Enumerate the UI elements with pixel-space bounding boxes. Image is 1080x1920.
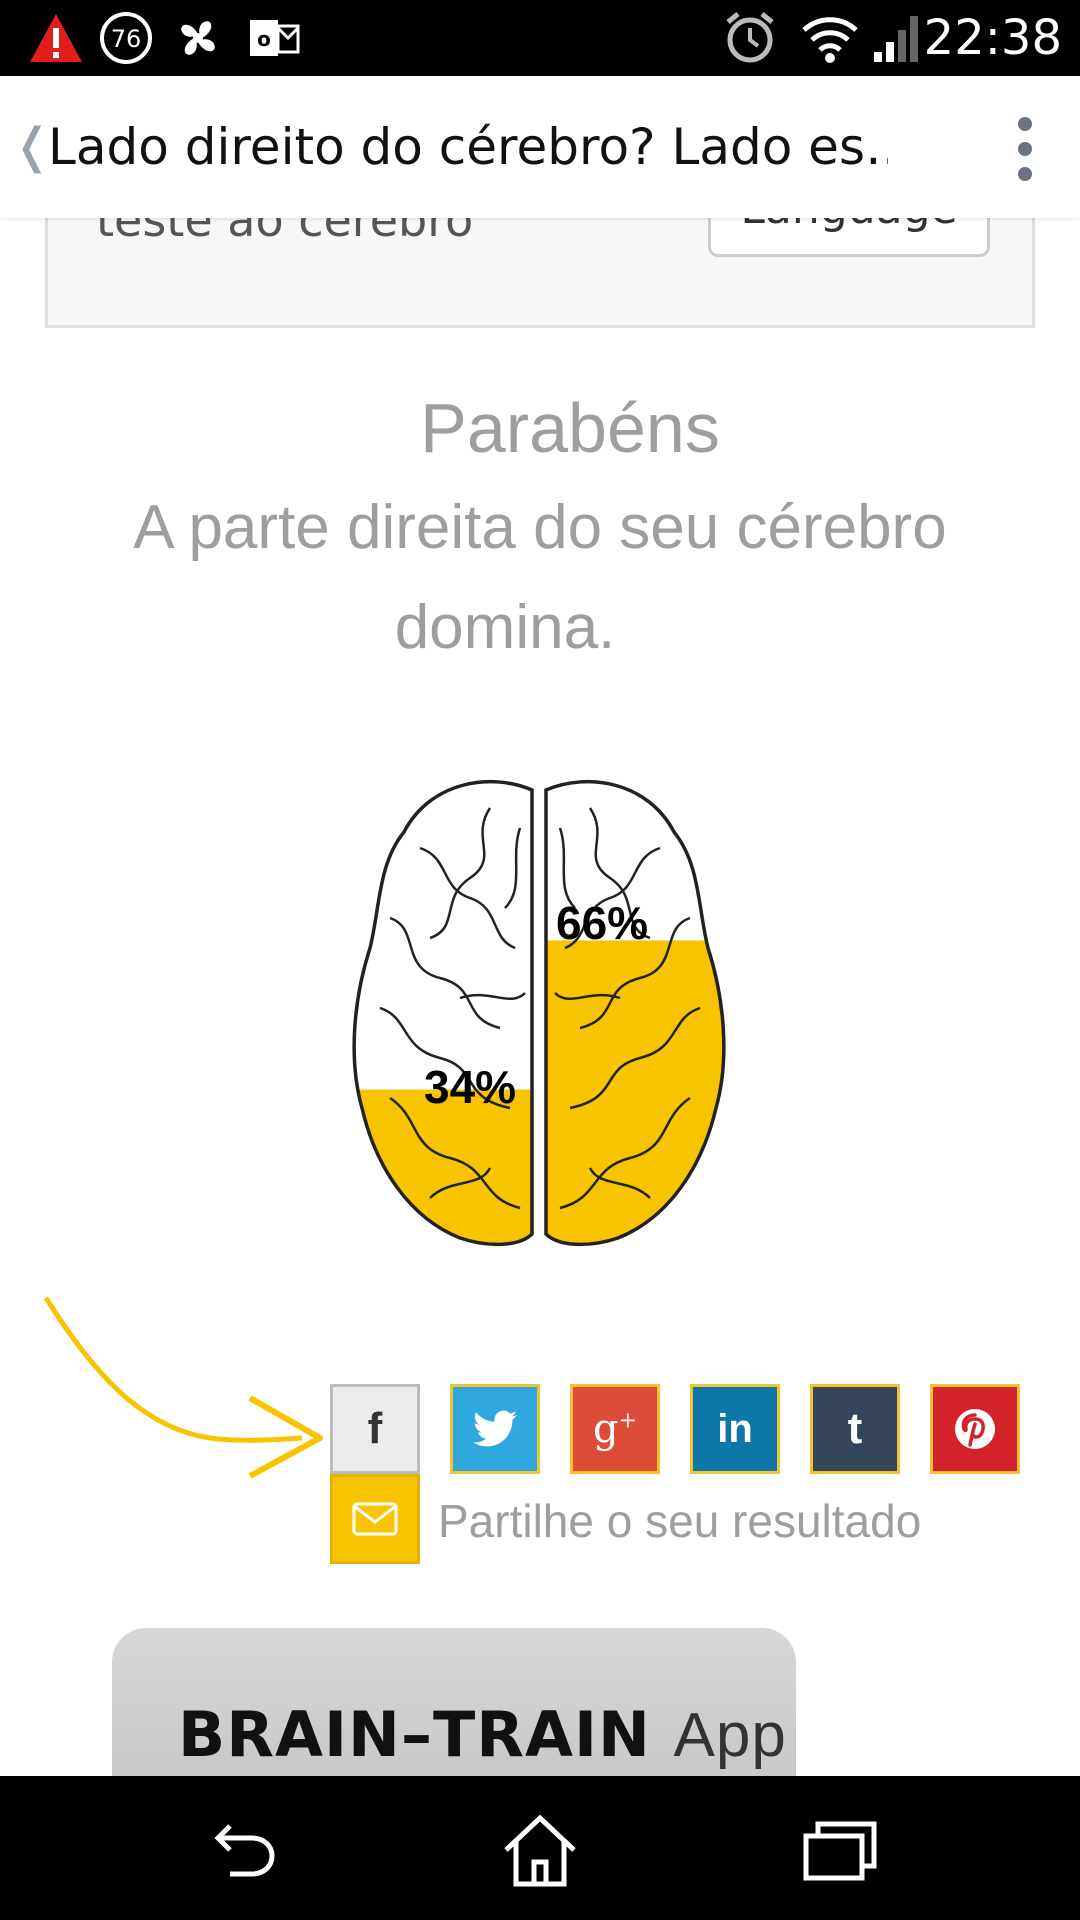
clock-time: 22:38 [923, 10, 1062, 66]
brain-illustration: 66% 34% [340, 768, 740, 1268]
google-plus-icon: g+ [592, 1406, 638, 1452]
right-percent-label: 66% [556, 897, 649, 949]
tumblr-share-button[interactable]: t [810, 1384, 900, 1474]
email-share-button[interactable] [330, 1474, 420, 1564]
outlook-icon: o [250, 20, 300, 56]
header-text: teste ao cérebro [96, 218, 474, 247]
warning-icon [30, 14, 82, 62]
language-button[interactable]: Language [708, 218, 990, 257]
facebook-share-button[interactable]: f [330, 1384, 420, 1474]
congrats-heading: Parabéns [420, 389, 720, 467]
brain-train-app-banner[interactable]: BRAIN–TRAIN App [112, 1628, 796, 1776]
banner-text: BRAIN–TRAIN App [178, 1698, 787, 1771]
linkedin-icon: in [717, 1406, 753, 1451]
svg-text:o: o [257, 27, 271, 51]
more-vert-icon[interactable] [1010, 116, 1040, 182]
recents-icon[interactable] [800, 1812, 880, 1888]
banner-brand: BRAIN–TRAIN [178, 1698, 651, 1771]
pinterest-share-button[interactable] [930, 1384, 1020, 1474]
signal-icon [874, 16, 918, 62]
curved-arrow-icon [43, 1296, 323, 1479]
left-percent-label: 34% [424, 1061, 517, 1113]
brain-svg [352, 779, 726, 1247]
app-bar: ❬ Lado direito do cérebro? Lado es… [0, 76, 1080, 218]
page-title: Lado direito do cérebro? Lado es… [48, 118, 888, 176]
fan-icon [181, 21, 215, 55]
pinterest-icon [955, 1409, 995, 1449]
result-line-1: A parte direita do seu cérebro [133, 493, 947, 562]
twitter-icon [473, 1410, 517, 1447]
right-hemisphere-fill [546, 940, 724, 1245]
wifi-icon [802, 17, 858, 63]
banner-suffix: App [673, 1701, 787, 1770]
page-content: teste ao cérebro Language Parabéns A par… [0, 218, 1080, 1776]
alarm-icon [726, 12, 774, 63]
header-box: teste ao cérebro Language [45, 218, 1035, 328]
linkedin-share-button[interactable]: in [690, 1384, 780, 1474]
twitter-share-button[interactable] [450, 1384, 540, 1474]
share-caption: Partilhe o seu resultado [438, 1495, 922, 1547]
result-line-2: domina. [394, 593, 616, 662]
result-message: Parabéns A parte direita do seu cérebro … [0, 378, 1080, 678]
back-chevron-icon[interactable]: ❬ [12, 116, 52, 176]
facebook-icon: f [367, 1404, 383, 1453]
googleplus-share-button[interactable]: g+ [570, 1384, 660, 1474]
notification-76-icon: 76 [100, 12, 152, 64]
badge-number: 76 [111, 25, 142, 53]
tumblr-icon: t [847, 1404, 863, 1453]
mail-icon [352, 1502, 398, 1536]
back-icon[interactable] [200, 1812, 280, 1888]
status-bar: 76 o 22:38 [0, 0, 1080, 76]
home-icon[interactable] [500, 1812, 580, 1888]
navigation-bar [0, 1776, 1080, 1920]
